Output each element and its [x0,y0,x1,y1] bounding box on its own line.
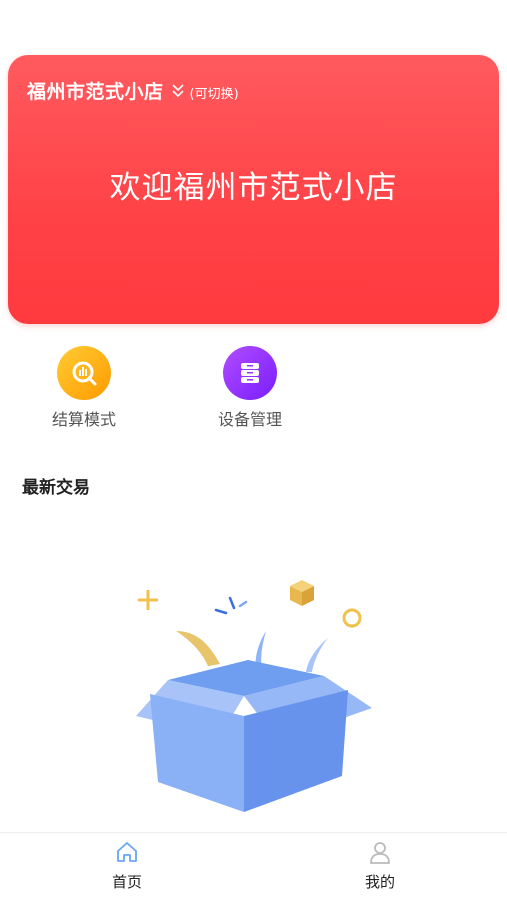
switch-hint: (可切换) [189,86,239,102]
empty-box-illustration [136,580,372,812]
bottom-tab-bar: 首页 我的 [0,832,507,901]
store-switcher[interactable]: 福州市范式小店 (可切换) [27,77,239,104]
tab-home[interactable]: 首页 [87,839,167,892]
device-icon [223,346,277,400]
recent-transactions-title: 最新交易 [22,478,90,498]
user-icon [370,842,390,864]
quick-action-label: 结算模式 [51,410,116,429]
chart-icon [57,346,111,400]
quick-action-label: 设备管理 [217,410,282,429]
store-name: 福州市范式小店 [27,81,164,103]
tab-label: 我的 [364,873,395,891]
tab-profile[interactable]: 我的 [340,839,420,892]
welcome-text: 欢迎福州市范式小店 [109,170,398,206]
device-management-button[interactable]: 设备管理 [195,346,305,430]
tab-label: 首页 [111,873,142,891]
store-banner: 福州市范式小店 (可切换) 欢迎福州市范式小店 [8,55,499,324]
double-chevron-down-icon [171,83,184,97]
home-icon [117,842,137,862]
settlement-mode-button[interactable]: 结算模式 [29,346,139,430]
